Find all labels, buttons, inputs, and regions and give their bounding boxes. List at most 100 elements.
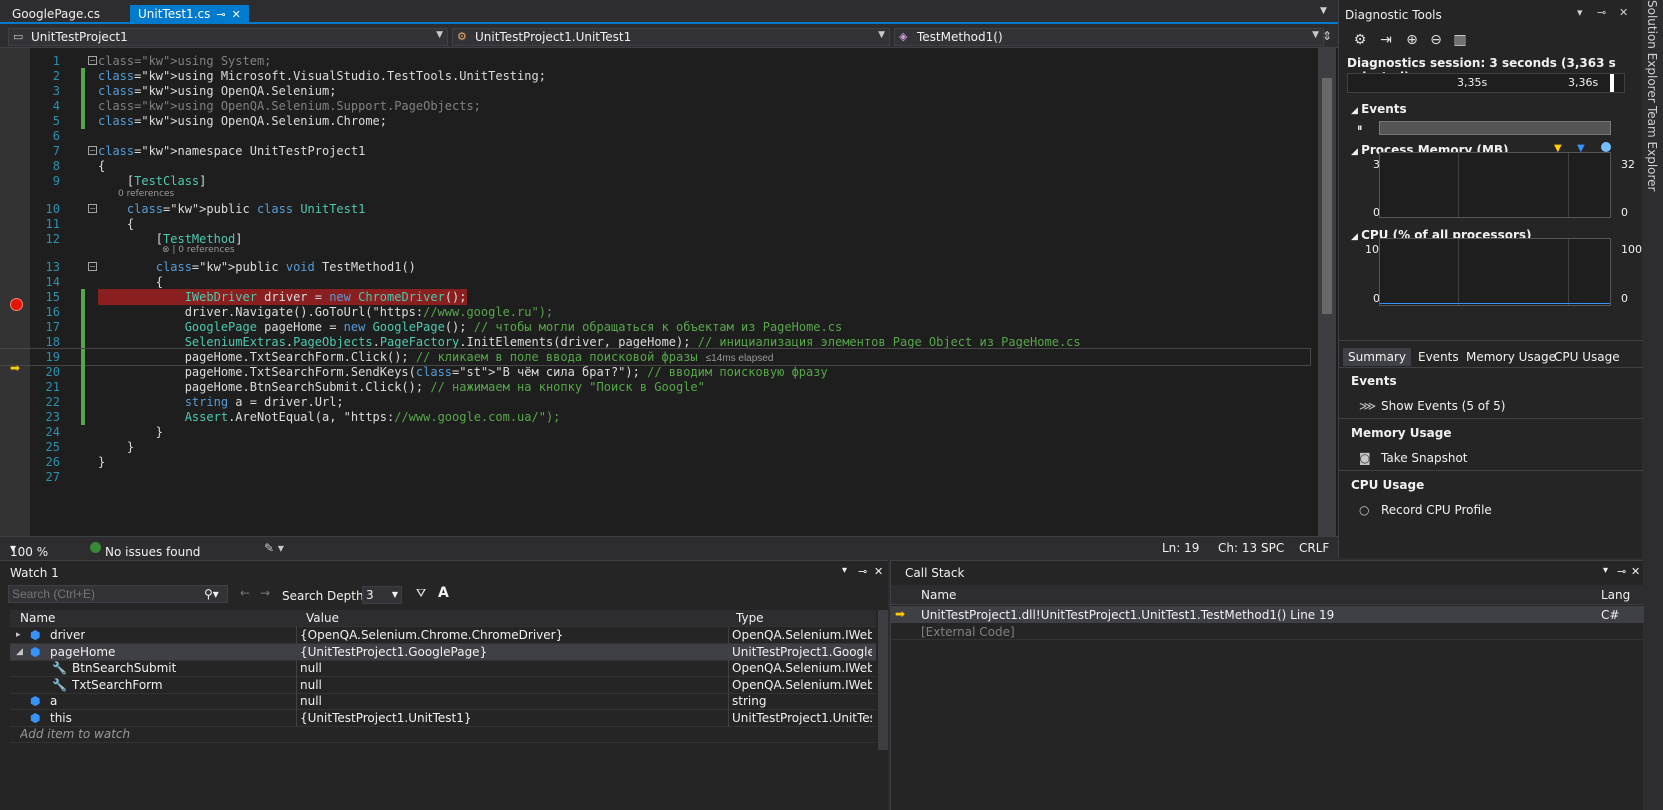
project-dropdown[interactable]: ▭ UnitTestProject1 ▼ [8,28,448,46]
pin-icon[interactable]: ⊸ [216,8,225,21]
fold-toggle-icon[interactable]: − [88,146,97,155]
code-line[interactable]: 25 } [0,439,1310,455]
export-icon[interactable]: ⇥ [1377,32,1395,50]
code-editor[interactable]: 1− class="kw">using System; 2 class="kw">us… [0,48,1338,536]
code-line[interactable]: 7 − class="kw">namespace UnitTestProject1 [0,143,1310,159]
code-line[interactable]: 11 { [0,216,1310,232]
chart-icon[interactable]: ▥ [1451,32,1469,50]
panel-dropdown-icon[interactable]: ▾ [842,565,847,576]
code-line[interactable]: 3 class="kw">using OpenQA.Selenium; [0,83,1310,99]
column-header-lang[interactable]: Lang [1601,588,1630,602]
class-dropdown[interactable]: ⚙ UnitTestProject1.UnitTest1 ▼ [452,28,890,46]
brush-icon[interactable]: ✎ ▾ [264,541,284,555]
code-line[interactable]: 13 − class="kw">public void TestMethod1() [0,259,1310,275]
tab-unittest1[interactable]: UnitTest1.cs ⊸ ✕ [130,5,249,24]
code-line[interactable]: 9 [TestClass] [0,173,1310,189]
events-track[interactable] [1379,121,1611,135]
fold-toggle-icon[interactable]: − [88,204,97,213]
pin-icon[interactable]: ⊸ [1597,6,1606,19]
code-line[interactable]: 4 class="kw">using OpenQA.Selenium.Suppor… [0,98,1310,114]
code-line[interactable]: 5 class="kw">using OpenQA.Selenium.Chrome… [0,113,1310,129]
code-line[interactable]: 20 pageHome.TxtSearchForm.SendKeys(class… [0,364,1310,380]
code-line[interactable]: 14 { [0,274,1310,290]
panel-dropdown-icon[interactable]: ▾ [1603,565,1608,576]
watch-value[interactable]: null [300,693,700,710]
watch-row[interactable]: 🔧 TxtSearchForm null OpenQA.Selenium.IWeb..… [10,676,876,694]
close-icon[interactable]: ✕ [232,8,241,21]
watch-row[interactable]: 🔧 BtnSearchSubmit null OpenQA.Selenium.IWeb… [10,660,876,677]
show-events-link[interactable]: Show Events (5 of 5) [1381,399,1505,413]
member-dropdown[interactable]: ◈ TestMethod1() ▼ [894,28,1324,46]
memory-graph[interactable] [1379,152,1611,218]
column-header-name[interactable]: Name [20,610,55,627]
watch-row[interactable]: ⬢ a null string [10,693,876,710]
fold-toggle-icon[interactable]: − [88,56,97,65]
watch-row[interactable]: ⬢ this {UnitTestProject1.UnitTest1} UnitTes… [10,709,876,727]
tab-googlepage[interactable]: GooglePage.cs [4,5,108,24]
codelens-references[interactable]: ⊗ | 0 references [162,244,235,256]
column-header-type[interactable]: Type [736,610,764,627]
zoom-in-icon[interactable]: ⊕ [1403,32,1421,50]
code-line[interactable]: 16 driver.Navigate().GoToUrl("https://ww… [0,304,1310,320]
watch-value[interactable]: null [300,660,700,677]
close-icon[interactable]: ✕ [1631,565,1640,578]
tab-events[interactable]: Events [1413,348,1464,366]
timeline-ruler[interactable]: 3,35s 3,36s [1347,73,1625,93]
solution-explorer-tab[interactable]: Solution Explorer [1645,0,1659,103]
code-line[interactable]: 18 SeleniumExtras.PageObjects.PageFactor… [0,334,1310,350]
code-line[interactable]: 26} [0,454,1310,470]
watch-value[interactable]: {UnitTestProject1.UnitTest1} [300,710,700,727]
code-line[interactable]: 2 class="kw">using Microsoft.VisualStudio… [0,68,1310,84]
callstack-row[interactable]: ➡ UnitTestProject1.dll!UnitTestProject1.… [891,606,1644,623]
tab-summary[interactable]: Summary [1343,348,1411,366]
close-icon[interactable]: ✕ [874,565,883,578]
back-arrow-icon[interactable]: ← [240,586,250,600]
search-icon[interactable]: ⚲▾ [204,587,219,601]
code-line[interactable]: 22 string a = driver.Url; [0,394,1310,410]
zoom-out-icon[interactable]: ⊖ [1427,32,1445,50]
scrollbar-thumb[interactable] [1322,78,1332,314]
perf-tip[interactable]: ≤14ms elapsed [706,353,774,364]
tab-overflow-icon[interactable]: ▼ [1320,6,1327,16]
filter-icon[interactable]: ⛛ [416,586,426,601]
column-header-value[interactable]: Value [306,610,339,627]
zoom-dropdown[interactable]: 100 % ▾ [10,541,48,559]
code-line[interactable]: 6 [0,128,1310,144]
codelens-references[interactable]: 0 references [118,188,174,200]
code-line[interactable]: 10 − class="kw">public class UnitTest1 [0,201,1310,217]
tab-cpu-usage[interactable]: CPU Usage [1549,348,1625,366]
watch-row[interactable]: ◢ ⬢ pageHome {UnitTestProject1.GooglePage} U… [10,643,876,661]
watch-value[interactable]: {OpenQA.Selenium.Chrome.ChromeDriver} [300,627,700,644]
fold-toggle-icon[interactable]: − [88,262,97,271]
pin-icon[interactable]: ⊸ [858,565,867,578]
breakpoint-icon[interactable] [10,298,23,311]
take-snapshot-button[interactable]: Take Snapshot [1381,451,1468,465]
watch-value[interactable]: null [300,677,700,694]
code-line[interactable]: 15 IWebDriver driver = new ChromeDriver(… [0,289,1310,305]
cpu-graph[interactable] [1379,238,1611,306]
expand-toggle-icon[interactable]: ▸ [16,627,21,644]
selection-handle[interactable] [1610,74,1614,92]
record-cpu-profile-button[interactable]: Record CPU Profile [1381,503,1492,517]
tab-memory-usage[interactable]: Memory Usage [1461,348,1561,366]
code-line[interactable]: 19 pageHome.TxtSearchForm.Click(); // кл… [0,348,1311,366]
panel-dropdown-icon[interactable]: ▾ [1577,6,1583,19]
split-icon[interactable]: ⇕ [1322,29,1332,43]
pin-icon[interactable]: ⊸ [1617,565,1626,578]
code-line[interactable]: 23 Assert.AreNotEqual(a, "https://www.go… [0,409,1310,425]
code-line[interactable]: 27 [0,469,1310,485]
hex-toggle-icon[interactable]: A [438,585,449,601]
events-section-title[interactable]: ◢ Events [1351,102,1407,116]
expand-toggle-icon[interactable]: ◢ [16,644,23,661]
callstack-row[interactable]: [External Code] [891,623,1644,640]
watch-row[interactable]: ▸ ⬢ driver {OpenQA.Selenium.Chrome.ChromeDr… [10,627,876,644]
code-line[interactable]: 17 GooglePage pageHome = new GooglePage(… [0,319,1310,335]
settings-icon[interactable]: ⚙ [1351,32,1369,50]
forward-arrow-icon[interactable]: → [260,586,270,600]
code-line[interactable]: 1 − class="kw">using System; [0,53,1310,69]
close-icon[interactable]: ✕ [1619,6,1628,19]
code-line[interactable]: 8{ [0,158,1310,174]
watch-value[interactable]: {UnitTestProject1.GooglePage} [300,644,700,661]
issues-indicator[interactable]: No issues found [90,541,200,559]
team-explorer-tab[interactable]: Team Explorer [1645,106,1659,192]
